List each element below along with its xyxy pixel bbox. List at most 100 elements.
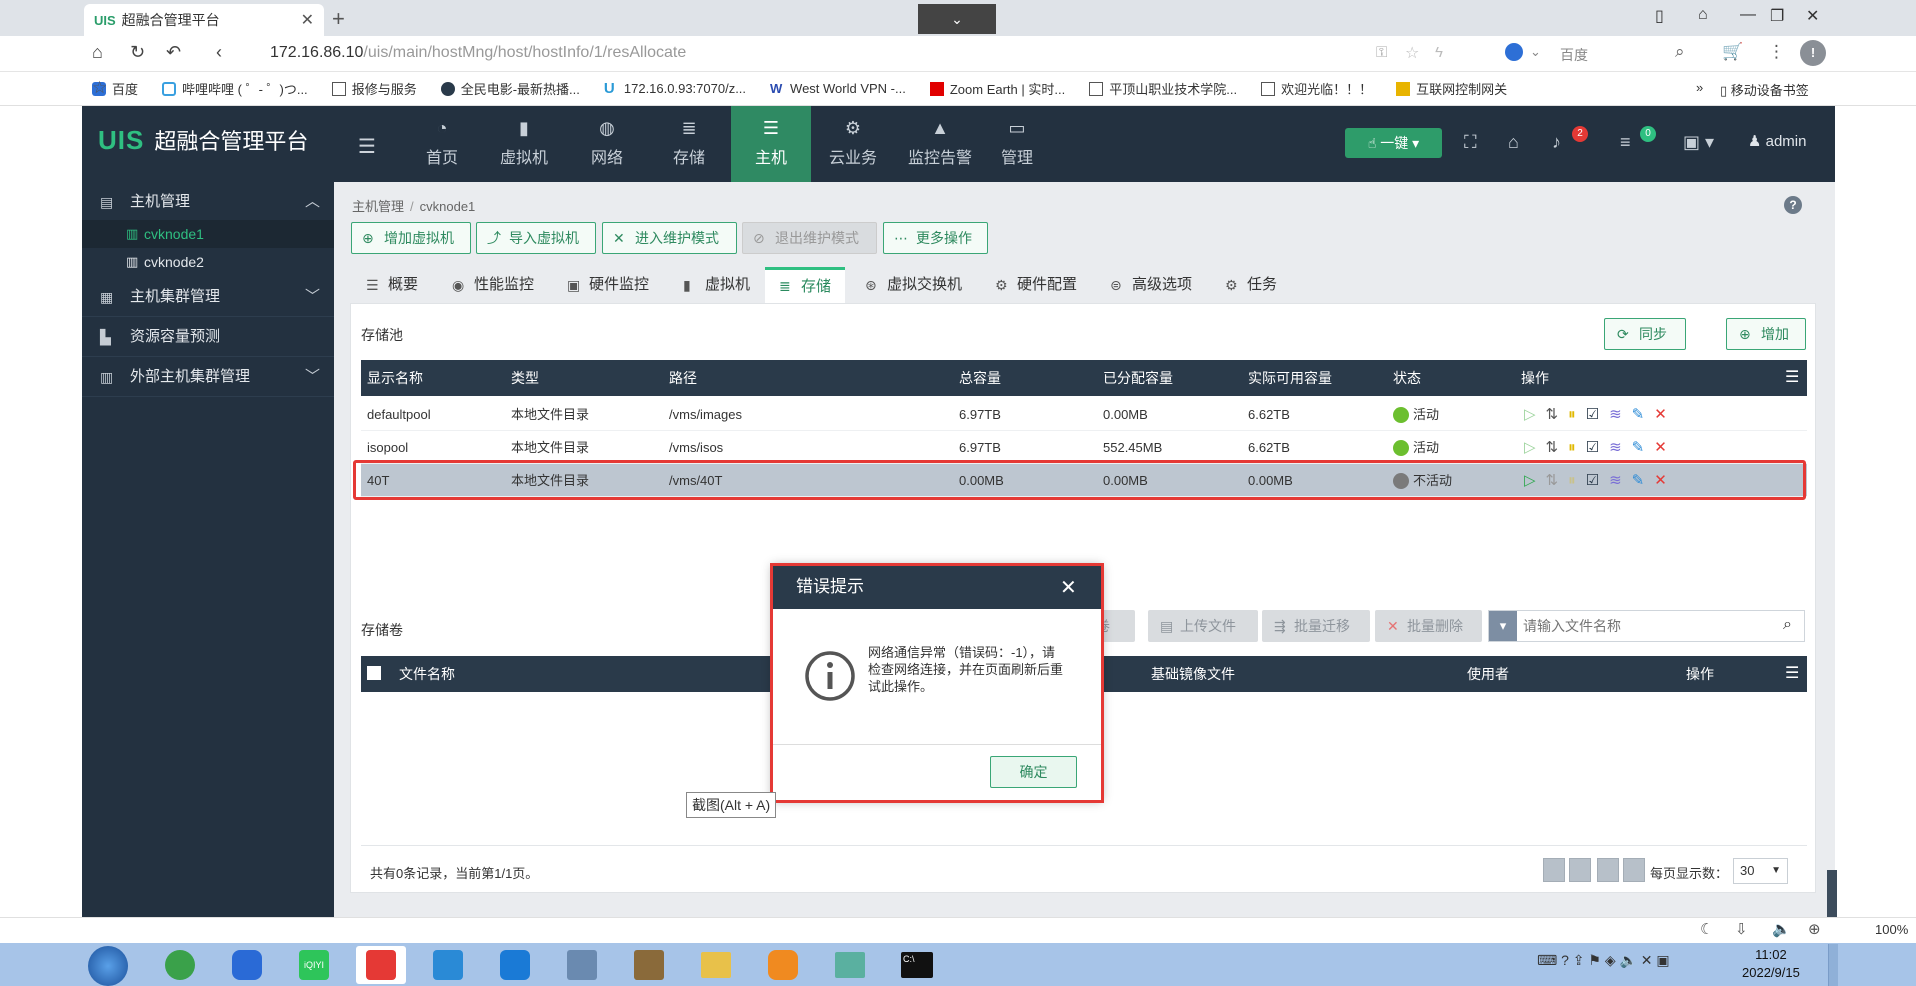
col-file-name[interactable]: 文件名称 <box>399 656 455 692</box>
app-archive-icon[interactable] <box>624 946 674 984</box>
start-icon[interactable]: ▷ <box>1524 398 1536 431</box>
shirt-icon[interactable]: ⌂ <box>1508 132 1519 153</box>
url-field[interactable]: 172.16.86.10/uis/main/hostMng/host/hostI… <box>270 44 686 62</box>
app-uc-icon[interactable] <box>758 946 808 984</box>
col-type[interactable]: 类型 <box>511 360 539 396</box>
app-iqiyi-icon[interactable]: iQIYI <box>289 946 339 984</box>
tab-close-icon[interactable]: ✕ <box>301 10 314 30</box>
refresh-icon[interactable]: ↻ <box>130 42 145 63</box>
first-page-icon[interactable] <box>1543 858 1565 882</box>
mobile-bookmarks[interactable]: ▯ 移动设备书签 <box>1720 80 1809 99</box>
batch-migrate-button[interactable]: ⇶ 批量迁移 <box>1262 610 1370 642</box>
col-available[interactable]: 实际可用容量 <box>1248 360 1332 396</box>
home-icon[interactable]: ⌂ <box>92 42 103 63</box>
app-notes-icon[interactable] <box>825 946 875 984</box>
bookmark-bilibili[interactable]: 哔哩哔哩 ( ゜- ゜)つ... <box>162 79 308 98</box>
nav-cloud[interactable]: ⚙ 云业务 <box>813 106 893 182</box>
delete-icon[interactable]: ✕ <box>1654 398 1667 431</box>
undo-icon[interactable]: ↶ <box>166 42 181 63</box>
tray-icons[interactable]: ⌨ ? ⇪ ⚑ ◈ 🔈 ✕ ▣ <box>1537 952 1670 969</box>
sidebar-item-cvknode1[interactable]: ▥ cvknode1 <box>82 220 334 248</box>
calendar-icon[interactable]: ▣ ▾ <box>1683 132 1714 153</box>
alert-icon[interactable]: ! <box>1800 40 1826 66</box>
bookmark-college[interactable]: 平顶山职业技术学院... <box>1089 79 1237 98</box>
tab-advanced[interactable]: ⊜ 高级选项 <box>1110 267 1192 303</box>
app-kingsoft-icon[interactable] <box>423 946 473 984</box>
col-total[interactable]: 总容量 <box>959 360 1001 396</box>
fullscreen-icon[interactable]: ⛶ <box>1464 132 1477 153</box>
nav-host[interactable]: ☰ 主机 <box>731 106 811 189</box>
search-icon[interactable]: ⌕ <box>1675 42 1685 62</box>
tab-tasks[interactable]: ⚙ 任务 <box>1225 267 1277 303</box>
bookmark-movies[interactable]: 全民电影-最新热播... <box>440 79 580 98</box>
enter-maintenance-button[interactable]: ✕ 进入维护模式 <box>602 222 737 254</box>
bookmark-gateway[interactable]: 互联网控制网关 <box>1396 79 1507 98</box>
tab-vms[interactable]: ▮ 虚拟机 <box>683 267 750 303</box>
search-icon[interactable]: ⌕ <box>1783 616 1792 634</box>
download-icon[interactable]: ⇩ <box>1735 920 1748 938</box>
bookmark-ip[interactable]: U 172.16.0.93:7070/z... <box>604 81 746 97</box>
baidu-paw-icon[interactable] <box>1505 43 1523 61</box>
night-mode-icon[interactable]: ☾ <box>1700 920 1713 938</box>
bookmark-vpn[interactable]: W West World VPN -... <box>770 81 906 96</box>
volume-icon[interactable]: 🔈 <box>1772 920 1791 938</box>
zoom-icon[interactable]: ⊕ <box>1808 920 1821 938</box>
key-icon[interactable]: ⚿ <box>1376 44 1387 61</box>
nav-home[interactable]: ◔ 首页 <box>402 106 482 182</box>
sidebar-item-external-cluster[interactable]: ▥ 外部主机集群管理 ﹀ <box>82 357 334 397</box>
next-page-icon[interactable] <box>1597 858 1619 882</box>
refresh-icon[interactable]: ⇅ <box>1546 398 1559 431</box>
app-feishu-icon[interactable] <box>222 946 272 984</box>
sidebar-item-cluster-management[interactable]: ▦ 主机集群管理 ﹀ <box>82 277 334 317</box>
add-vm-button[interactable]: ⊕ 增加虚拟机 <box>351 222 471 254</box>
tab-storage[interactable]: ≣ 存储 <box>765 267 846 303</box>
nav-storage[interactable]: ≣ 存储 <box>649 106 729 182</box>
bookmark-star-icon[interactable]: ☆ <box>92 78 107 98</box>
nav-manage[interactable]: ▭ 管理 <box>977 106 1057 182</box>
import-vm-button[interactable]: ⤴ 导入虚拟机 <box>476 222 596 254</box>
add-pool-button[interactable]: ⊕ 增加 <box>1726 318 1806 350</box>
col-base-image[interactable]: 基础镜像文件 <box>1151 656 1235 692</box>
menu-toggle-icon[interactable]: ☰ <box>358 134 376 159</box>
select-all-checkbox[interactable] <box>367 666 381 680</box>
more-menu-icon[interactable]: ⋮ <box>1768 42 1785 62</box>
back-icon[interactable]: ‹ <box>216 42 222 63</box>
app-explorer-icon[interactable] <box>691 946 741 984</box>
column-menu-icon[interactable]: ☰ <box>1785 360 1799 396</box>
col-user[interactable]: 使用者 <box>1467 656 1509 692</box>
clock[interactable]: 11:02 2022/9/15 <box>1742 946 1800 982</box>
app-control-panel-icon[interactable] <box>557 946 607 984</box>
file-name-search-input[interactable] <box>1523 615 1753 637</box>
nav-monitor[interactable]: ▲ 监控告警 <box>895 106 985 182</box>
tasks-icon[interactable]: ≡ <box>1620 132 1631 153</box>
shirt-icon[interactable]: ⌂ <box>1698 6 1708 24</box>
app-browser-icon[interactable] <box>155 946 205 984</box>
nav-vm[interactable]: ▮ 虚拟机 <box>484 106 564 182</box>
more-actions-button[interactable]: ⋯ 更多操作 <box>883 222 988 254</box>
sync-button[interactable]: ⟳ 同步 <box>1604 318 1686 350</box>
exit-maintenance-button[interactable]: ⊘ 退出维护模式 <box>742 222 877 254</box>
bell-icon[interactable]: ♪ <box>1552 132 1561 153</box>
start-button[interactable] <box>88 946 128 986</box>
minimize-icon[interactable]: — <box>1740 6 1756 24</box>
maximize-icon[interactable]: ❐ <box>1770 6 1784 26</box>
sidebar-item-capacity-forecast[interactable]: ▙ 资源容量预测 <box>82 317 334 357</box>
app-wps-icon[interactable] <box>356 946 406 984</box>
col-path[interactable]: 路径 <box>669 360 697 396</box>
batch-delete-button[interactable]: ✕ 批量删除 <box>1375 610 1482 642</box>
col-allocated[interactable]: 已分配容量 <box>1103 360 1173 396</box>
show-desktop-button[interactable] <box>1828 944 1838 986</box>
star-icon[interactable]: ☆ <box>1405 43 1419 63</box>
column-menu-icon[interactable]: ☰ <box>1785 656 1799 692</box>
zoom-level[interactable]: 100% <box>1875 922 1908 937</box>
app-dingtalk-icon[interactable] <box>490 946 540 984</box>
bookmark-zoom-earth[interactable]: Zoom Earth | 实时... <box>929 79 1065 98</box>
user-menu[interactable]: ♟ admin <box>1748 132 1806 150</box>
screen-icon[interactable]: ▯ <box>1655 6 1664 26</box>
col-name[interactable]: 显示名称 <box>367 360 423 396</box>
engine-chevron-icon[interactable]: ⌄ <box>1530 44 1541 60</box>
tab-vswitch[interactable]: ⊛ 虚拟交换机 <box>865 267 962 303</box>
one-click-button[interactable]: ☝ 一键 ▾ <box>1345 128 1442 158</box>
tab-hardware-config[interactable]: ⚙ 硬件配置 <box>995 267 1077 303</box>
app-terminal-icon[interactable]: C:\ <box>892 946 942 984</box>
